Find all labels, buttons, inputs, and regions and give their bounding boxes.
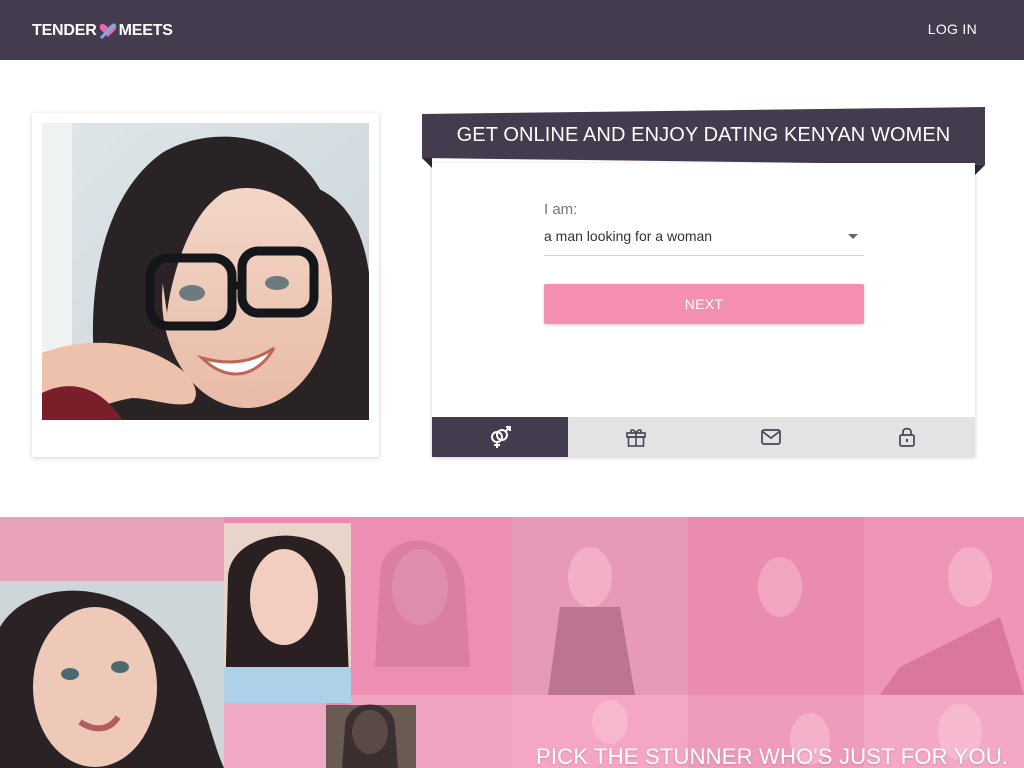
next-button[interactable]: NEXT	[544, 284, 864, 324]
mail-icon	[761, 429, 782, 445]
brand-logo[interactable]: TENDER MEETS	[32, 20, 173, 42]
seeking-select-value: a man looking for a woman	[544, 228, 713, 244]
top-header: TENDER MEETS LOG IN	[0, 0, 1024, 60]
form-title: GET ONLINE AND ENJOY DATING KENYAN WOMEN	[456, 124, 951, 146]
seeking-select[interactable]: a man looking for a woman	[544, 224, 864, 256]
gift-icon	[625, 429, 646, 447]
brand-text-left: TENDER	[32, 22, 97, 39]
i-am-label: I am:	[544, 201, 578, 218]
step-mail[interactable]	[704, 417, 840, 457]
gender-icon	[490, 426, 511, 448]
chevron-down-icon	[848, 234, 858, 239]
member-photo-collage	[0, 517, 1024, 768]
brand-text-right: MEETS	[118, 22, 173, 39]
login-link[interactable]: LOG IN	[928, 21, 977, 37]
lock-icon	[899, 427, 915, 447]
collage-tagline: PICK THE STUNNER WHO'S JUST FOR YOU.	[536, 744, 1009, 768]
signup-steps-bar	[432, 417, 975, 457]
profile-photo-card	[32, 113, 379, 457]
step-gift[interactable]	[568, 417, 704, 457]
woman-with-glasses-photo	[42, 123, 369, 420]
step-lock[interactable]	[839, 417, 975, 457]
heart-logo-icon	[98, 21, 118, 41]
step-gender[interactable]	[432, 417, 568, 457]
